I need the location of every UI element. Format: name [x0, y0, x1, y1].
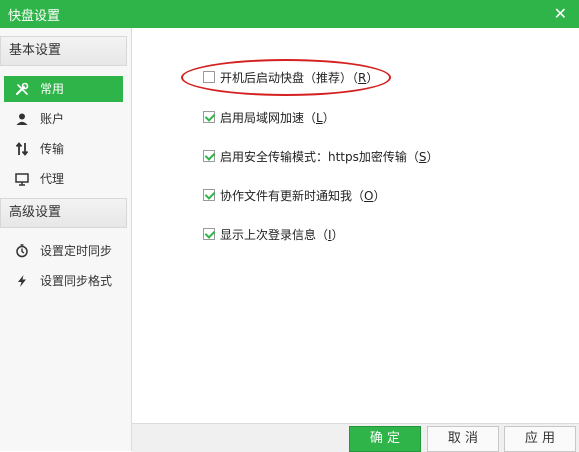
- section-header-advanced: 高级设置: [0, 198, 127, 228]
- apply-button[interactable]: 应 用: [504, 426, 576, 452]
- monitor-icon: [13, 166, 31, 192]
- sidebar-item-transfer[interactable]: 传输: [4, 136, 123, 162]
- option-label[interactable]: 协作文件有更新时通知我（O）: [220, 188, 385, 204]
- ok-button[interactable]: 确 定: [349, 426, 421, 452]
- cancel-button[interactable]: 取 消: [427, 426, 499, 452]
- option-label[interactable]: 启用局域网加速（L）: [220, 110, 335, 126]
- sidebar-item-common[interactable]: 常用: [4, 76, 123, 102]
- sidebar-item-account[interactable]: 账户: [4, 106, 123, 132]
- sidebar-item-label: 代理: [40, 172, 65, 186]
- dialog-footer: 确 定 取 消 应 用: [132, 423, 579, 452]
- sidebar: 基本设置 常用 账户 传输 代理 高级设置 设置定时同步 设置同步格式: [0, 28, 132, 451]
- checkbox-secure-transfer[interactable]: [203, 150, 215, 162]
- user-icon: [13, 106, 31, 132]
- close-icon[interactable]: ✕: [554, 4, 567, 23]
- lightning-icon: [13, 268, 31, 294]
- sidebar-item-label: 传输: [40, 142, 65, 156]
- timer-icon: [13, 238, 31, 264]
- sidebar-item-label: 常用: [40, 82, 65, 96]
- title-bar: 快盘设置 ✕: [0, 0, 579, 28]
- sidebar-item-proxy[interactable]: 代理: [4, 166, 123, 192]
- sidebar-item-scheduled-sync[interactable]: 设置定时同步: [4, 238, 123, 264]
- tools-icon: [13, 76, 31, 102]
- checkbox-lan-acceleration[interactable]: [203, 111, 215, 123]
- transfer-arrows-icon: [13, 136, 31, 162]
- checkbox-last-login[interactable]: [203, 228, 215, 240]
- option-label[interactable]: 显示上次登录信息（I）: [220, 227, 344, 243]
- sidebar-item-label: 账户: [40, 112, 65, 126]
- sidebar-item-label: 设置同步格式: [40, 274, 113, 288]
- window-title: 快盘设置: [8, 9, 61, 24]
- section-header-basic: 基本设置: [0, 36, 127, 66]
- sidebar-item-sync-format[interactable]: 设置同步格式: [4, 268, 123, 294]
- sidebar-item-label: 设置定时同步: [40, 244, 113, 258]
- highlight-ellipse: [181, 59, 391, 96]
- checkbox-notify-updates[interactable]: [203, 189, 215, 201]
- option-label[interactable]: 启用安全传输模式：https加密传输（S）: [220, 149, 439, 165]
